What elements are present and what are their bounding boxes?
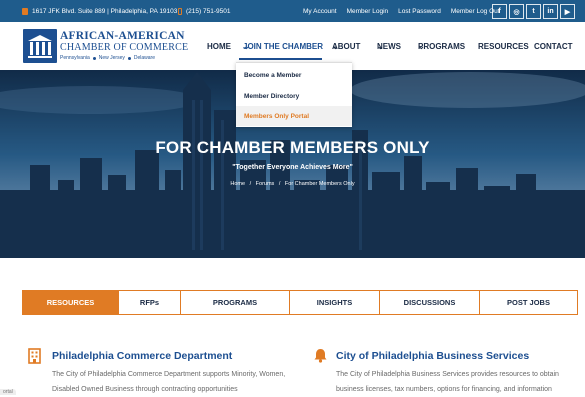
breadcrumb-separator: / — [278, 181, 281, 187]
card-title-business-services[interactable]: City of Philadelphia Business Services — [336, 350, 529, 362]
logo-states: Pennsylvania New Jersey Delaware — [60, 55, 155, 61]
phone-text[interactable]: (215) 751-9501 — [186, 8, 230, 15]
card-title-commerce[interactable]: Philadelphia Commerce Department — [52, 350, 232, 362]
address: 1617 JFK Blvd. Suite 889 | Philadelphia,… — [22, 0, 177, 22]
social-links: f ◎ t in ▶ — [492, 4, 575, 19]
main-nav: HOME JOIN THE CHAMBER ⌄ ABOUT ⌄ NEWS ⌄ PROG… — [207, 42, 573, 51]
card-text-commerce: The City of Philadelphia Commerce Depart… — [52, 371, 286, 393]
instagram-icon[interactable]: ◎ — [509, 4, 524, 19]
breadcrumb: Home / Forums / For Chamber Members Only — [0, 181, 585, 187]
state-nj: New Jersey — [98, 55, 125, 61]
facebook-icon[interactable]: f — [492, 4, 507, 19]
my-account-link[interactable]: My Account — [303, 8, 337, 15]
state-de: Delaware — [133, 55, 155, 61]
chevron-down-icon: ⌄ — [377, 42, 384, 51]
logo-line1[interactable]: AFRICAN-AMERICAN — [60, 30, 185, 42]
chevron-down-icon: ⌄ — [332, 42, 339, 51]
address-text: 1617 JFK Blvd. Suite 889 | Philadelphia,… — [32, 7, 178, 15]
breadcrumb-home[interactable]: Home — [230, 181, 245, 187]
card-text-business-services: The City of Philadelphia Business Servic… — [336, 371, 559, 393]
tab-post-jobs[interactable]: POST JOBS — [480, 291, 577, 314]
status-url-tag: ortal — [0, 389, 16, 395]
breadcrumb-forums[interactable]: Forums — [256, 181, 275, 187]
tab-insights[interactable]: INSIGHTS — [290, 291, 380, 314]
chevron-down-icon: ⌄ — [243, 42, 250, 51]
dot-icon — [127, 56, 131, 60]
page-subtitle: "Together Everyone Achieves More" — [232, 164, 353, 171]
page-title: FOR CHAMBER MEMBERS ONLY — [155, 138, 430, 157]
state-pa: Pennsylvania — [60, 55, 90, 61]
twitter-icon[interactable]: t — [526, 4, 541, 19]
breadcrumb-current: For Chamber Members Only — [284, 181, 355, 187]
tab-rfps[interactable]: RFPs — [119, 291, 181, 314]
youtube-icon[interactable]: ▶ — [560, 4, 575, 19]
linkedin-icon[interactable]: in — [543, 4, 558, 19]
dropdown-member-directory[interactable]: Member Directory — [236, 86, 352, 106]
dropdown-members-only-portal[interactable]: Members Only Portal — [236, 106, 352, 126]
dot-icon — [92, 56, 96, 60]
building-icon — [28, 348, 41, 364]
bell-icon — [314, 349, 327, 363]
phone-icon — [178, 7, 182, 15]
top-bar: 1617 JFK Blvd. Suite 889 | Philadelphia,… — [0, 0, 585, 22]
member-login-link[interactable]: Member Login — [347, 8, 389, 15]
location-icon — [22, 7, 28, 15]
resource-tabs: RESOURCES RFPs PROGRAMS INSIGHTS DISCUSS… — [22, 290, 578, 315]
account-links: My Account Member Login Lost Password Me… — [303, 0, 500, 22]
phone[interactable]: (215) 751-9501 — [178, 0, 230, 22]
tab-resources[interactable]: RESOURCES — [23, 291, 119, 314]
dropdown-become-member[interactable]: Become a Member — [236, 65, 352, 85]
tab-discussions[interactable]: DISCUSSIONS — [380, 291, 480, 314]
join-chamber-dropdown: Become a Member Member Directory Members… — [236, 62, 352, 127]
nav-active-underline — [239, 58, 322, 60]
chevron-down-icon: ⌄ — [418, 42, 425, 51]
breadcrumb-separator: / — [249, 181, 252, 187]
tab-programs[interactable]: PROGRAMS — [181, 291, 290, 314]
lost-password-link[interactable]: Lost Password — [398, 8, 441, 15]
